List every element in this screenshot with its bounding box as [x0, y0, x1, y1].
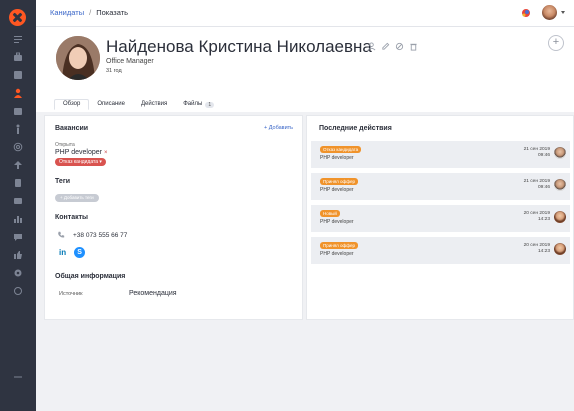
source-label: Источник [59, 291, 83, 297]
activity-job: PHP developer [320, 251, 354, 257]
assign-user-icon[interactable] [367, 42, 376, 51]
activity-item[interactable]: Принял оффер PHP developer 21 сен 2019 09… [311, 173, 570, 200]
activity-date: 20 сен 2019 14:23 [524, 243, 550, 255]
phone-number[interactable]: +38 073 555 66 77 [73, 232, 127, 239]
recent-actions-title: Последние действия [319, 125, 392, 132]
contacts-title: Контакты [55, 214, 89, 221]
activity-date-time: 14:23 [537, 249, 550, 254]
thumbs-up-icon[interactable] [12, 250, 23, 259]
tab-actions-label: Действия [140, 101, 168, 107]
breadcrumb-current: Показать [96, 8, 129, 17]
tab-description[interactable]: Описание [89, 99, 133, 110]
breadcrumb: Канидаты / Показать [50, 8, 128, 17]
user-menu-caret-icon[interactable] [561, 11, 565, 14]
block-icon[interactable] [395, 42, 404, 51]
files-count-badge: 1 [205, 101, 215, 108]
vacancy-job-title[interactable]: PHP developer [55, 149, 102, 156]
activity-status-badge: Отказ кандидата [320, 146, 362, 153]
tab-overview[interactable]: Обзор [54, 99, 90, 110]
gear-icon[interactable] [12, 286, 23, 295]
phone-icon [58, 231, 65, 238]
social-links: in S [59, 247, 86, 258]
remove-vacancy-icon[interactable]: × [104, 150, 108, 156]
app-logo[interactable] [9, 9, 26, 26]
activity-list: Отказ кандидата PHP developer 21 сен 201… [311, 141, 570, 269]
activity-user-avatar [554, 147, 566, 159]
activity-status-badge: Принял оффер [320, 178, 358, 185]
activity-date-time: 14:23 [537, 217, 550, 222]
activity-user-avatar [554, 179, 566, 191]
candidate-header: Найденова Кристина Николаевна Office Man… [36, 27, 574, 112]
candidate-name: Найденова Кристина Николаевна [106, 37, 372, 56]
activity-date: 20 сен 2019 14:23 [524, 211, 550, 223]
vacancy-job: PHP developer × [55, 149, 107, 156]
content-background [36, 320, 574, 411]
tab-overview-label: Обзор [63, 101, 81, 107]
person-icon[interactable] [12, 124, 23, 134]
candidate-photo [56, 36, 100, 80]
header-actions [367, 42, 418, 51]
tab-description-label: Описание [97, 101, 125, 107]
chat-icon[interactable] [12, 232, 23, 241]
board-icon[interactable] [12, 196, 23, 205]
activity-job: PHP developer [320, 187, 354, 193]
vacancy-stage-dropdown[interactable]: Отказ кандидата ▾ [55, 158, 106, 166]
tabs: Обзор Описание Действия Файлы 1 [54, 99, 222, 110]
activity-date: 21 сен 2019 09:46 [524, 179, 550, 191]
tab-files-label: Файлы [183, 101, 203, 107]
candidate-age: 31 год [106, 68, 122, 74]
activity-item[interactable]: Отказ кандидата PHP developer 21 сен 201… [311, 141, 570, 168]
activity-item[interactable]: Принял оффер PHP developer 20 сен 2019 14… [311, 237, 570, 264]
activity-status-badge: Принял оффер [320, 242, 358, 249]
settings-icon[interactable] [12, 268, 23, 277]
activity-item[interactable]: Новый PHP developer 20 сен 2019 14:23 [311, 205, 570, 232]
notifications-icon[interactable] [520, 7, 532, 19]
linkedin-icon[interactable]: in [59, 248, 66, 257]
list-icon[interactable] [12, 70, 23, 79]
vacancy-status-label: Открыта [55, 142, 75, 148]
general-info-title: Общая информация [55, 273, 126, 280]
top-bar: Канидаты / Показать [36, 0, 574, 27]
activity-job: PHP developer [320, 155, 354, 161]
add-action-button[interactable]: + [548, 35, 564, 51]
activity-user-avatar [554, 211, 566, 223]
activity-status-badge: Новый [320, 210, 340, 217]
activity-date-time: 09:46 [537, 185, 550, 190]
breadcrumb-separator: / [89, 8, 92, 17]
user-avatar[interactable] [542, 5, 557, 20]
briefcase-icon[interactable] [12, 52, 23, 61]
clients-icon[interactable] [12, 106, 23, 115]
activity-job: PHP developer [320, 219, 354, 225]
overview-panel: Вакансии + Добавить Открыта PHP develope… [44, 115, 303, 320]
tab-actions[interactable]: Действия [133, 99, 175, 110]
candidate-position: Office Manager [106, 58, 154, 65]
add-tag-button[interactable]: + Добавить теги [55, 194, 99, 202]
hiring-icon[interactable] [12, 160, 23, 169]
source-value: Рекомендация [129, 290, 177, 297]
reports-icon[interactable] [12, 214, 23, 223]
add-vacancy-link[interactable]: + Добавить [264, 125, 293, 131]
feed-icon[interactable] [12, 34, 23, 43]
calculator-icon[interactable] [12, 178, 23, 187]
tags-title: Теги [55, 178, 71, 185]
vacancies-title: Вакансии [55, 125, 89, 132]
sidebar [0, 0, 36, 411]
candidates-icon[interactable] [12, 88, 23, 98]
activity-date-time: 09:46 [537, 153, 550, 158]
edit-icon[interactable] [381, 42, 390, 51]
delete-icon[interactable] [409, 42, 418, 51]
target-icon[interactable] [12, 142, 23, 151]
activity-user-avatar [554, 243, 566, 255]
activity-date: 21 сен 2019 09:46 [524, 147, 550, 159]
collapse-icon[interactable] [12, 372, 23, 381]
phone-row: +38 073 555 66 77 [57, 231, 127, 239]
breadcrumb-candidates-link[interactable]: Канидаты [50, 8, 84, 17]
tab-files[interactable]: Файлы 1 [175, 99, 222, 110]
recent-actions-panel: Последние действия Отказ кандидата PHP d… [306, 115, 574, 320]
skype-icon[interactable]: S [74, 247, 86, 258]
